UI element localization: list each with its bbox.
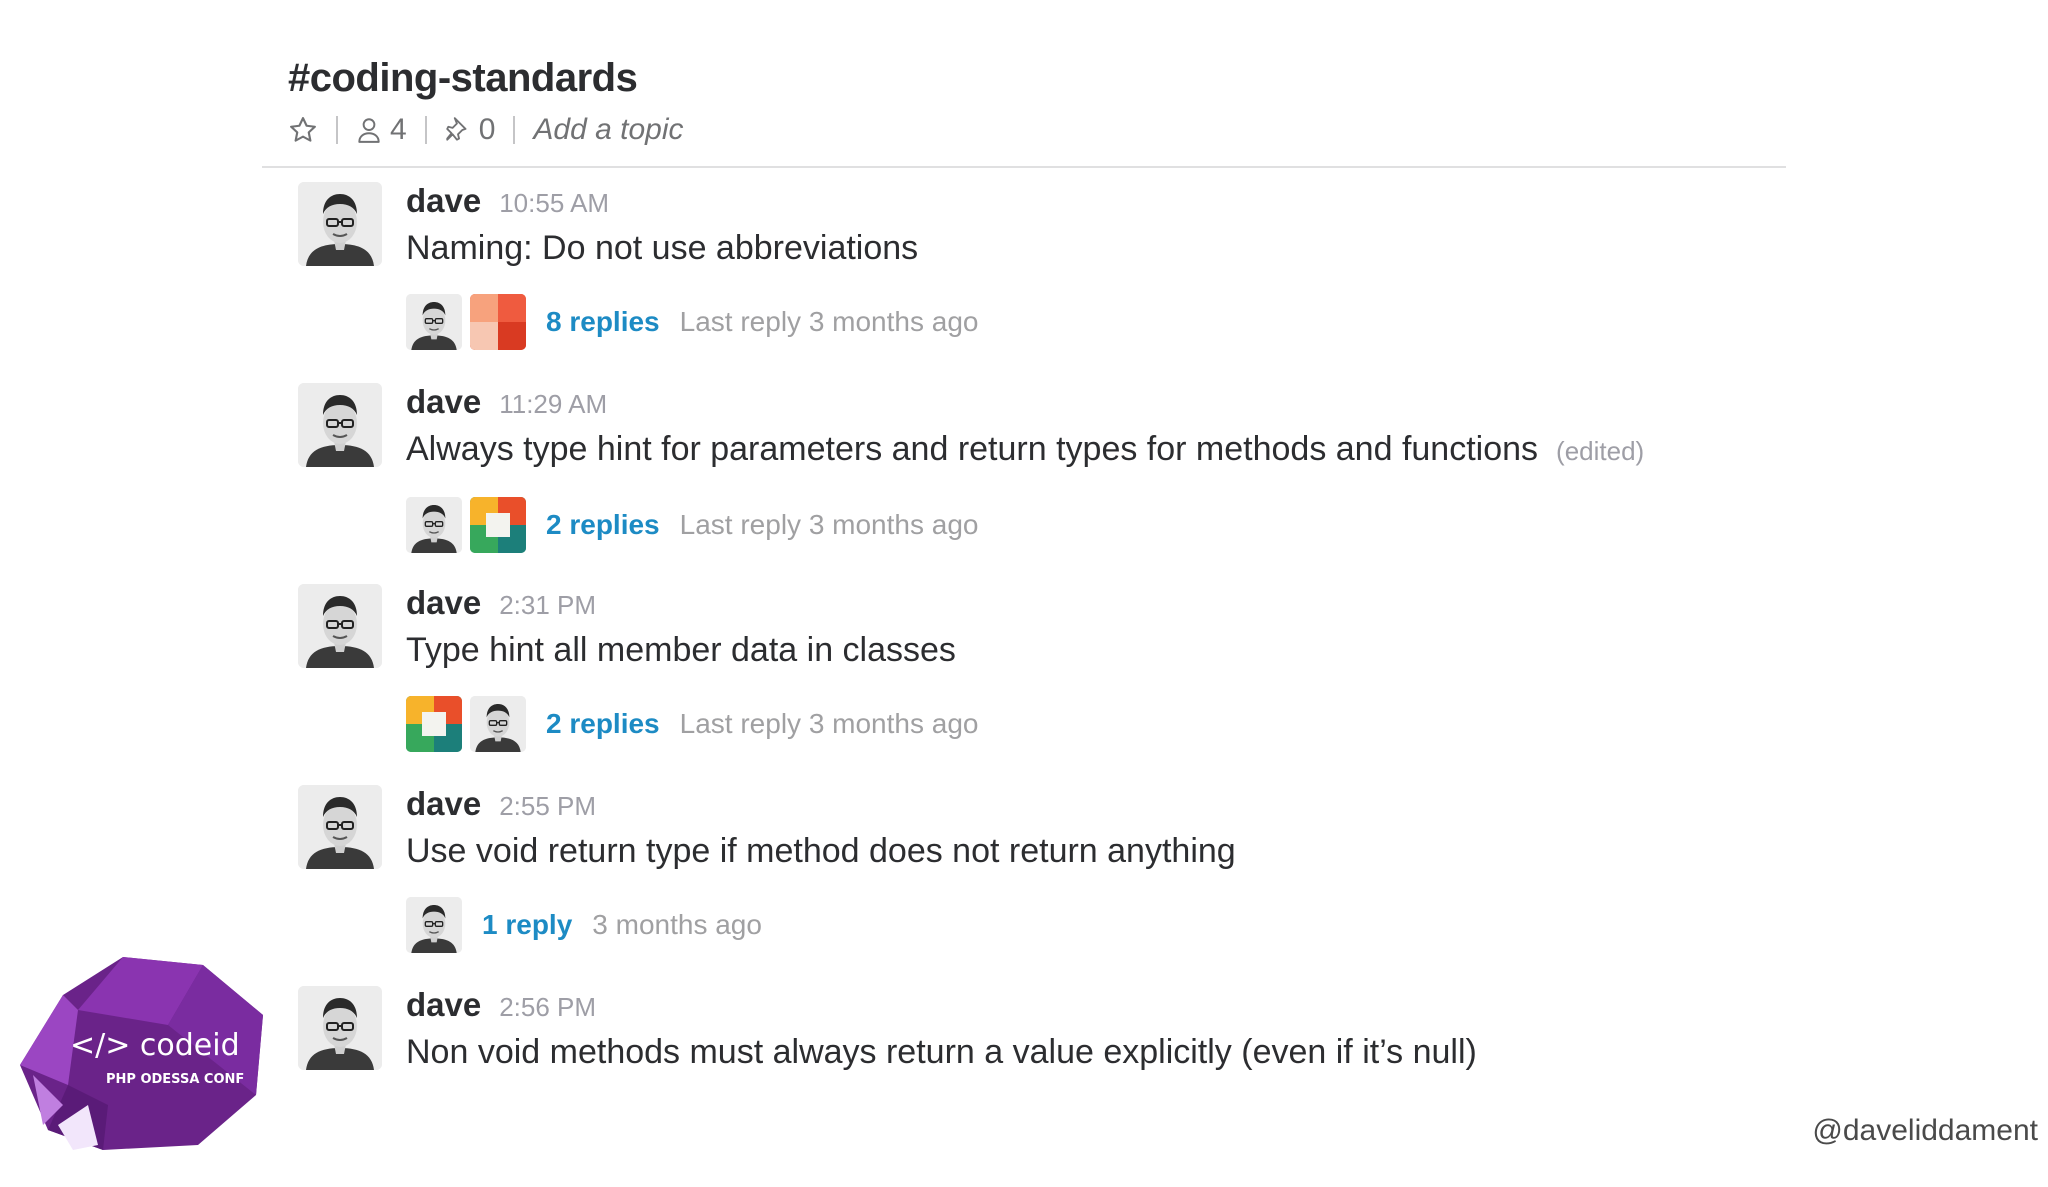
message-author[interactable]: dave [406,383,481,421]
avatar[interactable] [298,182,382,266]
logo-subtitle: PHP ODESSA CONF [106,1072,244,1087]
message-text-content: Non void methods must always return a va… [406,1033,1477,1071]
last-reply-text: Last reply 3 months ago [679,708,979,739]
participant-avatar [470,696,526,752]
message-author[interactable]: dave [406,182,481,220]
message-body: dave 11:29 AM Always type hint for param… [406,383,1644,553]
separator [336,116,338,144]
conference-logo: </> codeid PHP ODESSA CONF [18,955,268,1152]
message-time[interactable]: 2:56 PM [499,992,596,1023]
message: dave 2:31 PM Type hint all member data i… [298,584,1798,785]
members-icon[interactable]: 4 [356,113,407,147]
add-topic-link[interactable]: Add a topic [533,113,683,147]
avatar[interactable] [298,785,382,869]
channel-header: #coding-standards 4 0 Add a topic [288,54,1788,150]
header-divider [262,166,1786,168]
message-body: dave 10:55 AM Naming: Do not use abbrevi… [406,182,978,350]
replies-link[interactable]: 1 reply [482,909,572,941]
participant-avatar [406,696,462,752]
last-reply-text: 3 months ago [592,909,762,940]
message-header: dave 2:56 PM [406,986,1477,1028]
message-author[interactable]: dave [406,584,481,622]
message-text: Non void methods must always return a va… [406,1030,1477,1074]
replies-link[interactable]: 8 replies [546,306,660,338]
channel-meta: 4 0 Add a topic [288,110,1788,150]
separator [424,116,427,144]
message-text: Always type hint for parameters and retu… [406,427,1644,473]
message-body: dave 2:56 PM Non void methods must alway… [406,986,1477,1074]
last-reply-text: Last reply 3 months ago [679,509,979,540]
message-author[interactable]: dave [406,785,481,823]
twitter-handle: @daveliddament [1812,1114,2038,1147]
message-text-content: Naming: Do not use abbreviations [406,229,919,267]
message-text: Use void return type if method does not … [406,829,1236,873]
participant-avatar [470,294,526,350]
message-time[interactable]: 10:55 AM [499,188,609,219]
message-text-content: Use void return type if method does not … [406,832,1236,870]
participant-avatar [470,497,526,553]
avatar[interactable] [298,986,382,1070]
replies-link[interactable]: 2 replies [546,509,660,541]
avatar[interactable] [298,584,382,668]
message-text: Naming: Do not use abbreviations [406,226,978,270]
thread-summary[interactable]: 1 reply 3 months ago [406,897,1236,953]
message-text-content: Always type hint for parameters and retu… [406,430,1539,468]
pin-icon[interactable]: 0 [445,113,496,147]
message: dave 2:55 PM Use void return type if met… [298,785,1798,986]
logo-brand: </> codeid [70,1028,240,1063]
participant-avatar [406,294,462,350]
message: dave 10:55 AM Naming: Do not use abbrevi… [298,182,1798,383]
avatar[interactable] [298,383,382,467]
message-header: dave 2:31 PM [406,584,978,626]
edited-label: (edited) [1556,436,1645,466]
message-header: dave 11:29 AM [406,383,1644,425]
message-text-content: Type hint all member data in classes [406,631,956,669]
participant-avatar [406,897,462,953]
message-time[interactable]: 2:31 PM [499,590,596,621]
message: dave 2:56 PM Non void methods must alway… [298,986,1798,1187]
message-body: dave 2:31 PM Type hint all member data i… [406,584,978,752]
pinned-count: 0 [478,113,496,146]
thread-summary[interactable]: 2 replies Last reply 3 months ago [406,696,978,752]
message-text: Type hint all member data in classes [406,628,978,672]
message: dave 11:29 AM Always type hint for param… [298,383,1798,584]
message-time[interactable]: 11:29 AM [499,389,607,420]
participant-avatar [406,497,462,553]
message-list: dave 10:55 AM Naming: Do not use abbrevi… [298,182,1798,1187]
thread-summary[interactable]: 8 replies Last reply 3 months ago [406,294,978,350]
separator [513,116,516,144]
star-icon[interactable] [288,115,318,145]
channel-title[interactable]: #coding-standards [288,54,1788,102]
member-count: 4 [390,113,407,146]
last-reply-text: Last reply 3 months ago [679,306,979,337]
message-body: dave 2:55 PM Use void return type if met… [406,785,1236,953]
message-author[interactable]: dave [406,986,481,1024]
message-header: dave 2:55 PM [406,785,1236,827]
message-header: dave 10:55 AM [406,182,978,224]
replies-link[interactable]: 2 replies [546,708,660,740]
message-time[interactable]: 2:55 PM [499,791,596,822]
thread-summary[interactable]: 2 replies Last reply 3 months ago [406,497,1644,553]
